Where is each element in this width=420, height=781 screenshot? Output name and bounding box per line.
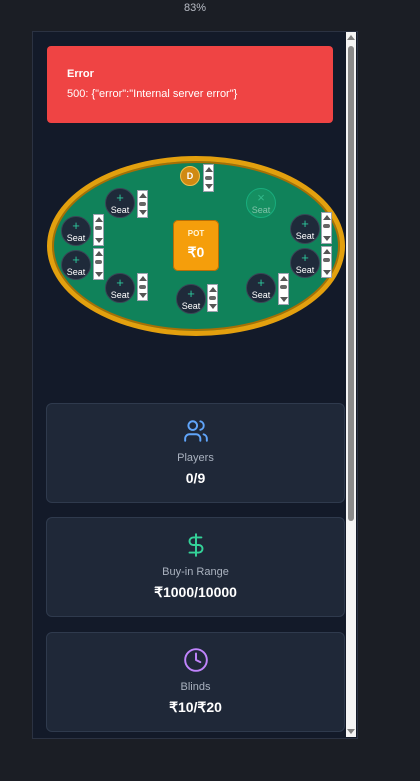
dollar-icon <box>188 533 204 557</box>
seat-7-spinner[interactable] <box>321 246 332 278</box>
seat-8[interactable]: + Seat <box>290 214 320 244</box>
seat-label: Seat <box>251 290 271 300</box>
seat-1-spinner[interactable] <box>137 190 148 218</box>
plus-icon: + <box>72 252 80 267</box>
plus-icon: + <box>257 275 265 290</box>
clock-icon <box>184 648 208 672</box>
plus-icon: + <box>116 275 124 290</box>
dealer-spinner[interactable] <box>203 164 214 192</box>
dealer-button: D <box>180 166 200 186</box>
plus-icon: + <box>187 286 195 301</box>
blinds-card: Blinds ₹10/₹20 <box>46 632 345 732</box>
buyin-label: Buy-in Range <box>162 566 229 578</box>
app-panel: Error 500: {"error":"Internal server err… <box>32 31 358 739</box>
players-label: Players <box>177 452 214 464</box>
seat-1[interactable]: + Seat <box>105 188 135 218</box>
pot-label: POT <box>187 229 205 238</box>
seat-7[interactable]: + Seat <box>290 248 320 278</box>
seat-5-spinner[interactable] <box>207 284 218 312</box>
seat-5[interactable]: + Seat <box>176 284 206 314</box>
plus-icon: + <box>72 218 80 233</box>
plus-icon: + <box>301 250 309 265</box>
seat-2-spinner[interactable] <box>93 214 104 246</box>
seat-label: Seat <box>295 265 315 275</box>
buyin-card: Buy-in Range ₹1000/10000 <box>46 517 345 617</box>
seat-label: Seat <box>66 267 86 277</box>
blinds-value: ₹10/₹20 <box>169 699 222 715</box>
seat-4-spinner[interactable] <box>137 273 148 301</box>
seat-label: Seat <box>110 205 130 215</box>
seat-label: Seat <box>251 205 271 215</box>
seat-9[interactable]: × Seat <box>246 188 276 218</box>
players-card: Players 0/9 <box>46 403 345 503</box>
scrollbar-thumb[interactable] <box>348 46 354 521</box>
seat-4[interactable]: + Seat <box>105 273 135 303</box>
pot-display: POT ₹0 <box>173 220 219 271</box>
seat-label: Seat <box>295 231 315 241</box>
seat-8-spinner[interactable] <box>321 212 332 244</box>
plus-icon: + <box>116 190 124 205</box>
seat-6-spinner[interactable] <box>278 273 289 305</box>
seat-label: Seat <box>110 290 130 300</box>
buyin-value: ₹1000/10000 <box>154 584 237 600</box>
close-icon: × <box>257 190 265 205</box>
seat-6[interactable]: + Seat <box>246 273 276 303</box>
seat-3-spinner[interactable] <box>93 248 104 280</box>
scroll-up-arrow-icon[interactable] <box>347 35 355 40</box>
users-icon <box>184 420 208 442</box>
error-message: 500: {"error":"Internal server error"} <box>67 88 238 100</box>
seat-3[interactable]: + Seat <box>61 250 91 280</box>
seat-label: Seat <box>66 233 86 243</box>
seat-2[interactable]: + Seat <box>61 216 91 246</box>
scroll-down-arrow-icon[interactable] <box>347 729 355 734</box>
pot-value: ₹0 <box>187 244 205 260</box>
vertical-scrollbar[interactable] <box>346 32 356 737</box>
error-alert: Error 500: {"error":"Internal server err… <box>47 46 333 123</box>
players-value: 0/9 <box>185 470 206 486</box>
blinds-label: Blinds <box>180 681 211 693</box>
zoom-level: 83% <box>183 2 207 14</box>
seat-label: Seat <box>181 301 201 311</box>
error-title: Error <box>67 68 94 80</box>
plus-icon: + <box>301 216 309 231</box>
